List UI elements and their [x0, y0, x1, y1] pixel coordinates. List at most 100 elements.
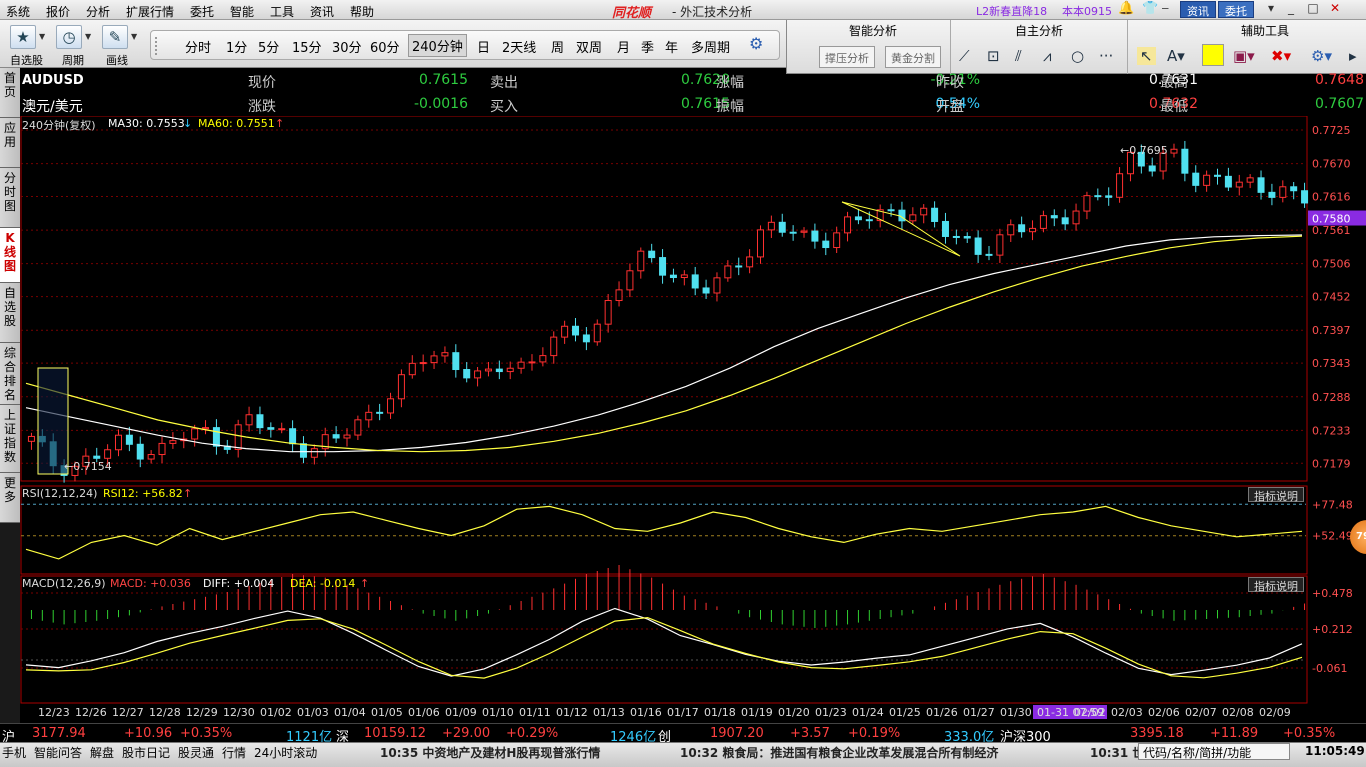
delete-icon[interactable]: ✖▾	[1271, 47, 1291, 65]
trade-button[interactable]: 委托	[1218, 1, 1254, 18]
period-30min[interactable]: 30分	[332, 37, 362, 56]
status-mobile[interactable]: 手机	[2, 744, 26, 761]
text-tool-icon[interactable]: A▾	[1167, 47, 1185, 65]
menu-system[interactable]: 系统	[6, 3, 30, 20]
close-window-icon[interactable]: ✕	[1326, 1, 1344, 18]
news-headline-1[interactable]: 10:35 中资地产及建材H股再现普涨行情	[380, 744, 600, 761]
ticker-cy-index: 1907.20	[710, 726, 764, 741]
x-date-label: 02/07	[1185, 706, 1217, 719]
tab-intraday[interactable]: 分时图	[0, 168, 20, 228]
expand-icon[interactable]: ▸	[1349, 47, 1357, 65]
support-analysis-button[interactable]: 撑压分析	[819, 46, 875, 68]
status-diary[interactable]: 股市日记	[122, 744, 170, 761]
period-button[interactable]: 周期	[62, 52, 84, 68]
period-intraday[interactable]: 分时	[185, 37, 211, 56]
line-tool-icon[interactable]: ⟋	[959, 47, 970, 65]
news-button[interactable]: 资讯	[1180, 1, 1216, 18]
circle-tool-icon[interactable]: ○	[1071, 47, 1084, 65]
tab-apps[interactable]: 应用	[0, 118, 20, 168]
ticker-hs300-change: +11.89	[1210, 726, 1259, 741]
chevron-down-icon[interactable]: ▼	[39, 32, 45, 41]
period-15min[interactable]: 15分	[292, 37, 322, 56]
period-day[interactable]: 日	[477, 37, 490, 56]
menu-quote[interactable]: 报价	[46, 3, 70, 20]
period-biweek[interactable]: 双周	[576, 37, 602, 56]
macd-help-button[interactable]: 指标说明	[1248, 577, 1304, 593]
status-analysis[interactable]: 解盘	[90, 744, 114, 761]
minimize-window-icon[interactable]: _	[1282, 1, 1300, 18]
period-60min[interactable]: 60分	[370, 37, 400, 56]
candle-body	[1214, 174, 1222, 177]
more-icon[interactable]: ···	[1099, 47, 1113, 65]
candle-body	[767, 221, 775, 231]
menu-help[interactable]: 帮助	[350, 3, 374, 20]
x-date-label: 02/08	[1222, 706, 1254, 719]
gear-icon[interactable]: ⚙▾	[1311, 47, 1332, 65]
shirt-icon[interactable]: 👕	[1142, 1, 1158, 16]
search-input[interactable]: 代码/名称/简拼/功能	[1138, 743, 1290, 760]
tab-more[interactable]: 更多	[0, 473, 20, 523]
period-1min[interactable]: 1分	[226, 37, 247, 56]
menu-smart[interactable]: 智能	[230, 3, 254, 20]
x-date-label: 01/09	[445, 706, 477, 719]
period-quarter[interactable]: 季	[641, 37, 654, 56]
minimize-icon[interactable]: ⎯	[1162, 1, 1169, 16]
period-multi[interactable]: 多周期	[691, 37, 730, 56]
candle-body	[495, 368, 503, 373]
news-headline-2[interactable]: 10:32 粮食局：推进国有粮食企业改革发展混合所有制经济	[680, 744, 998, 761]
star-icon[interactable]: ★	[10, 25, 36, 49]
quote-label: 最高	[1160, 75, 1188, 91]
menu-tools[interactable]: 工具	[270, 3, 294, 20]
cursor-icon[interactable]: ↖	[1137, 47, 1156, 65]
clock-icon[interactable]: ◷	[56, 25, 82, 49]
macd-y-tick: -0.061	[1312, 662, 1347, 675]
bell-icon[interactable]: 🔔	[1118, 1, 1134, 16]
candle-body	[909, 214, 917, 222]
tab-shanghai-index[interactable]: 上证指数	[0, 405, 20, 473]
rsi-help-button[interactable]: 指标说明	[1248, 487, 1304, 503]
ma30-label: MA30: 0.7553	[108, 117, 185, 130]
candle-body	[299, 443, 307, 458]
wave-tool-icon[interactable]: ⩘	[1043, 47, 1051, 65]
pen-icon[interactable]: ✎	[102, 25, 128, 49]
period-month[interactable]: 月	[617, 37, 630, 56]
chevron-down-icon[interactable]: ▼	[85, 32, 91, 41]
x-date-label: 01/02	[260, 706, 292, 719]
dropdown-icon[interactable]: ▾	[1262, 1, 1280, 18]
menu-analysis[interactable]: 分析	[86, 3, 110, 20]
status-quote[interactable]: 行情	[222, 744, 246, 761]
candle-body	[1257, 177, 1265, 193]
status-scroll[interactable]: 24小时滚动	[254, 744, 317, 761]
period-5min[interactable]: 5分	[258, 37, 279, 56]
candle-body	[985, 253, 993, 256]
promo-link[interactable]: L2新春直降18	[976, 3, 1047, 19]
tab-ranking[interactable]: 综合排名	[0, 343, 20, 405]
tab-kline[interactable]: K线图	[0, 228, 20, 283]
news-headline-3[interactable]: 10:31 世	[1090, 744, 1144, 761]
drag-handle[interactable]	[155, 37, 161, 55]
maximize-window-icon[interactable]: □	[1304, 1, 1322, 18]
rect-tool-icon[interactable]: ⊡	[987, 47, 1000, 65]
period-week[interactable]: 周	[551, 37, 564, 56]
status-stock-link[interactable]: 股灵通	[178, 744, 214, 761]
candle-body	[245, 414, 253, 426]
channel-tool-icon[interactable]: ⫽	[1015, 47, 1022, 65]
golden-section-button[interactable]: 黄金分割	[885, 46, 941, 68]
color-picker[interactable]	[1202, 44, 1224, 66]
chevron-down-icon[interactable]: ▼	[131, 32, 137, 41]
period-selector: 分时 1分 5分 15分 30分 60分 240分钟 日 2天线 周 双周 月 …	[150, 30, 780, 60]
menu-extended[interactable]: 扩展行情	[126, 3, 174, 20]
period-year[interactable]: 年	[665, 37, 678, 56]
period-2day[interactable]: 2天线	[502, 37, 536, 56]
gear-icon[interactable]: ⚙	[749, 34, 763, 53]
tab-watchlist[interactable]: 自选股	[0, 283, 20, 343]
tab-home[interactable]: 首页	[0, 68, 20, 118]
status-qa[interactable]: 智能问答	[34, 744, 82, 761]
draw-line-button[interactable]: 画线	[106, 52, 128, 68]
eraser-icon[interactable]: ▣▾	[1233, 47, 1255, 65]
period-240min[interactable]: 240分钟	[408, 34, 467, 57]
chart-canvas[interactable]: 0.7725 0.7670 0.7616 0.7561 0.7506 0.7452 0.73…	[20, 116, 1366, 723]
menu-trade[interactable]: 委托	[190, 3, 214, 20]
menu-news[interactable]: 资讯	[310, 3, 334, 20]
watchlist-button[interactable]: 自选股	[10, 52, 43, 68]
